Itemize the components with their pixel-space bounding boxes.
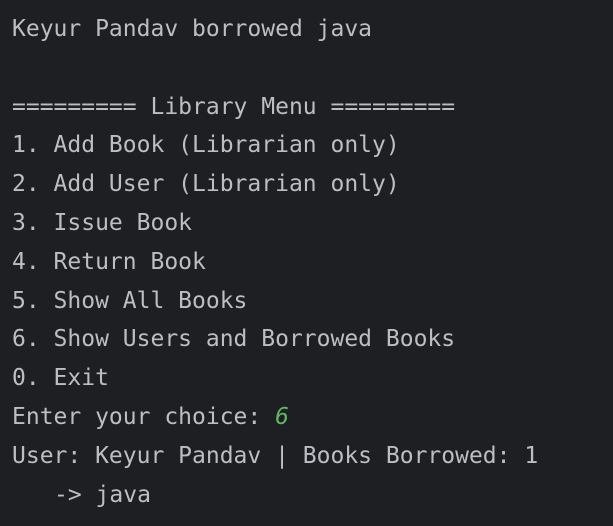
menu-item-issue-book: 3. Issue Book [12,209,193,236]
borrow-message: Keyur Pandav borrowed java [12,16,373,42]
menu-item-add-user: 2. Add User (Librarian only) [12,171,400,198]
user-summary: User: Keyur Pandav | Books Borrowed: 1 [12,442,539,469]
choice-prompt-line: Enter your choice: 6 [12,398,613,437]
menu-item-add-book: 1. Add Book (Librarian only) [12,132,400,159]
menu-item-show-users: 6. Show Users and Borrowed Books [12,326,456,353]
choice-input: 6 [275,403,289,430]
borrowed-book-item: -> java [54,481,151,508]
menu-item-exit: 0. Exit [12,365,109,392]
choice-prompt: Enter your choice: [12,403,276,430]
menu-item-return-book: 4. Return Book [12,248,206,275]
menu-item-show-books: 5. Show All Books [12,287,248,314]
menu-header: ========= Library Menu ========= [12,93,456,120]
console-output[interactable]: Keyur Pandav borrowed java ========= Lib… [0,0,613,526]
